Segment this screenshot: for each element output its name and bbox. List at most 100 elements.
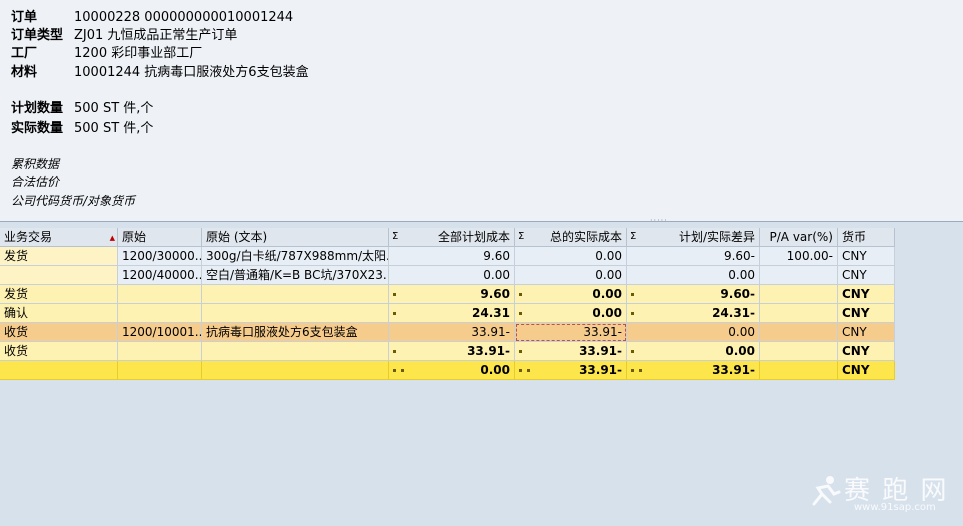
note-valuation: 合法估价 <box>11 175 60 189</box>
cell-variance[interactable]: 24.31- <box>627 304 760 323</box>
subtotal-row[interactable]: 发货 9.60 0.00 9.60- CNY <box>0 285 895 304</box>
cell-origin[interactable]: 1200/30000... <box>118 247 202 266</box>
site-watermark: 赛 跑 网 www.91sap.com <box>808 468 958 524</box>
cell-value: 33.91- <box>579 344 622 358</box>
subtotal-marker-icon <box>631 312 634 315</box>
cell-currency[interactable]: CNY <box>838 266 895 285</box>
cell-origin[interactable] <box>118 361 202 380</box>
cell-transaction[interactable] <box>0 266 118 285</box>
cell-planned-cost[interactable]: 9.60 <box>389 247 515 266</box>
cell-variance[interactable]: 0.00 <box>627 342 760 361</box>
col-header-origin-text[interactable]: 原始 (文本) <box>202 228 389 247</box>
table-row-selected[interactable]: 收货 1200/10001... 抗病毒口服液处方6支包装盒 33.91- 33… <box>0 323 895 342</box>
cell-actual-cost[interactable]: 0.00 <box>515 285 627 304</box>
grand-total-row[interactable]: 0.00 33.91- 33.91- CNY <box>0 361 895 380</box>
cell-transaction[interactable]: 收货 <box>0 323 118 342</box>
splitter-handle[interactable]: ····· <box>650 217 667 225</box>
actual-qty-value: 500 ST 件,个 <box>74 121 154 136</box>
cell-pa-var[interactable] <box>760 361 838 380</box>
cell-origin-text[interactable]: 抗病毒口服液处方6支包装盒 <box>202 323 389 342</box>
col-header-planned-cost[interactable]: Σ 全部计划成本 <box>389 228 515 247</box>
cell-actual-cost[interactable]: 33.91- <box>515 342 627 361</box>
cell-origin[interactable] <box>118 304 202 323</box>
cell-value: 9.60- <box>720 287 755 301</box>
cell-value: 9.60 <box>480 287 510 301</box>
cell-origin[interactable]: 1200/10001... <box>118 323 202 342</box>
subtotal-marker-icon <box>519 350 522 353</box>
cell-planned-cost[interactable]: 9.60 <box>389 285 515 304</box>
cell-currency[interactable]: CNY <box>838 247 895 266</box>
cell-origin-text[interactable] <box>202 342 389 361</box>
table-row[interactable]: 发货 1200/30000... 300g/白卡纸/787X988mm/太阳..… <box>0 247 895 266</box>
cell-origin[interactable] <box>118 285 202 304</box>
cell-planned-cost[interactable]: 33.91- <box>389 342 515 361</box>
cell-origin-text[interactable]: 300g/白卡纸/787X988mm/太阳... <box>202 247 389 266</box>
cell-planned-cost[interactable]: 33.91- <box>389 323 515 342</box>
subtotal-marker-icon <box>393 312 396 315</box>
cell-value: 0.00 <box>592 287 622 301</box>
cell-currency[interactable]: CNY <box>838 361 895 380</box>
cell-actual-cost[interactable]: 0.00 <box>515 247 627 266</box>
cell-value: 33.91- <box>467 344 510 358</box>
subtotal-row[interactable]: 收货 33.91- 33.91- 0.00 CNY <box>0 342 895 361</box>
subtotal-marker-icon <box>393 350 396 353</box>
cell-transaction[interactable]: 发货 <box>0 247 118 266</box>
cell-origin-text[interactable]: 空白/普通箱/K=B BC坑/370X23... <box>202 266 389 285</box>
cell-origin-text[interactable] <box>202 285 389 304</box>
col-header-currency-label: 货币 <box>842 230 867 244</box>
col-header-actual-cost[interactable]: Σ 总的实际成本 <box>515 228 627 247</box>
cell-currency[interactable]: CNY <box>838 323 895 342</box>
cell-value: 24.31 <box>472 306 510 320</box>
cell-variance[interactable]: 9.60- <box>627 285 760 304</box>
cell-origin-text[interactable] <box>202 304 389 323</box>
cell-pa-var[interactable] <box>760 323 838 342</box>
col-header-origin[interactable]: 原始 <box>118 228 202 247</box>
cell-variance[interactable]: 0.00 <box>627 323 760 342</box>
cell-planned-cost[interactable]: 0.00 <box>389 266 515 285</box>
sum-icon: Σ <box>630 231 637 242</box>
cell-planned-cost[interactable]: 24.31 <box>389 304 515 323</box>
cell-transaction[interactable]: 收货 <box>0 342 118 361</box>
total-marker-icon <box>393 369 396 372</box>
cell-pa-var[interactable] <box>760 266 838 285</box>
cell-actual-cost[interactable]: 33.91- <box>515 361 627 380</box>
sum-icon: Σ <box>518 231 525 242</box>
cell-pa-var[interactable] <box>760 285 838 304</box>
cell-origin-text[interactable] <box>202 361 389 380</box>
col-header-currency[interactable]: 货币 <box>838 228 895 247</box>
grid-header-row: 业务交易 ▲ 原始 原始 (文本) Σ 全部计划成本 Σ 总的实际成本 Σ 计划… <box>0 228 895 247</box>
cell-actual-cost[interactable]: 0.00 <box>515 304 627 323</box>
cell-variance[interactable]: 0.00 <box>627 266 760 285</box>
plant-label: 工厂 <box>11 46 38 61</box>
cell-currency[interactable]: CNY <box>838 285 895 304</box>
col-header-planned-cost-label: 全部计划成本 <box>437 230 510 244</box>
cell-transaction[interactable]: 发货 <box>0 285 118 304</box>
subtotal-row[interactable]: 确认 24.31 0.00 24.31- CNY <box>0 304 895 323</box>
cell-transaction[interactable] <box>0 361 118 380</box>
cell-variance[interactable]: 33.91- <box>627 361 760 380</box>
material-label: 材料 <box>11 65 38 80</box>
watermark-url: www.91sap.com <box>854 502 936 513</box>
cell-planned-cost[interactable]: 0.00 <box>389 361 515 380</box>
cell-origin[interactable]: 1200/40000... <box>118 266 202 285</box>
order-header-panel: 订单 10000228 000000000010001244 订单类型 ZJ01… <box>0 0 963 222</box>
cell-pa-var[interactable]: 100.00- <box>760 247 838 266</box>
subtotal-marker-icon <box>631 293 634 296</box>
cell-transaction[interactable]: 确认 <box>0 304 118 323</box>
col-header-transaction[interactable]: 业务交易 ▲ <box>0 228 118 247</box>
cell-currency[interactable]: CNY <box>838 342 895 361</box>
cell-actual-cost-focused[interactable]: 33.91- <box>515 323 627 342</box>
order-type-value: ZJ01 九恒成品正常生产订单 <box>74 28 238 43</box>
col-header-variance[interactable]: Σ 计划/实际差异 <box>627 228 760 247</box>
table-row[interactable]: 1200/40000... 空白/普通箱/K=B BC坑/370X23... 0… <box>0 266 895 285</box>
col-header-pa-var[interactable]: P/A var(%) <box>760 228 838 247</box>
cell-pa-var[interactable] <box>760 304 838 323</box>
cell-actual-cost[interactable]: 0.00 <box>515 266 627 285</box>
actual-qty-label: 实际数量 <box>11 121 64 136</box>
col-header-variance-label: 计划/实际差异 <box>678 230 755 244</box>
col-header-actual-cost-label: 总的实际成本 <box>549 230 622 244</box>
cell-origin[interactable] <box>118 342 202 361</box>
cell-currency[interactable]: CNY <box>838 304 895 323</box>
cell-variance[interactable]: 9.60- <box>627 247 760 266</box>
cell-pa-var[interactable] <box>760 342 838 361</box>
